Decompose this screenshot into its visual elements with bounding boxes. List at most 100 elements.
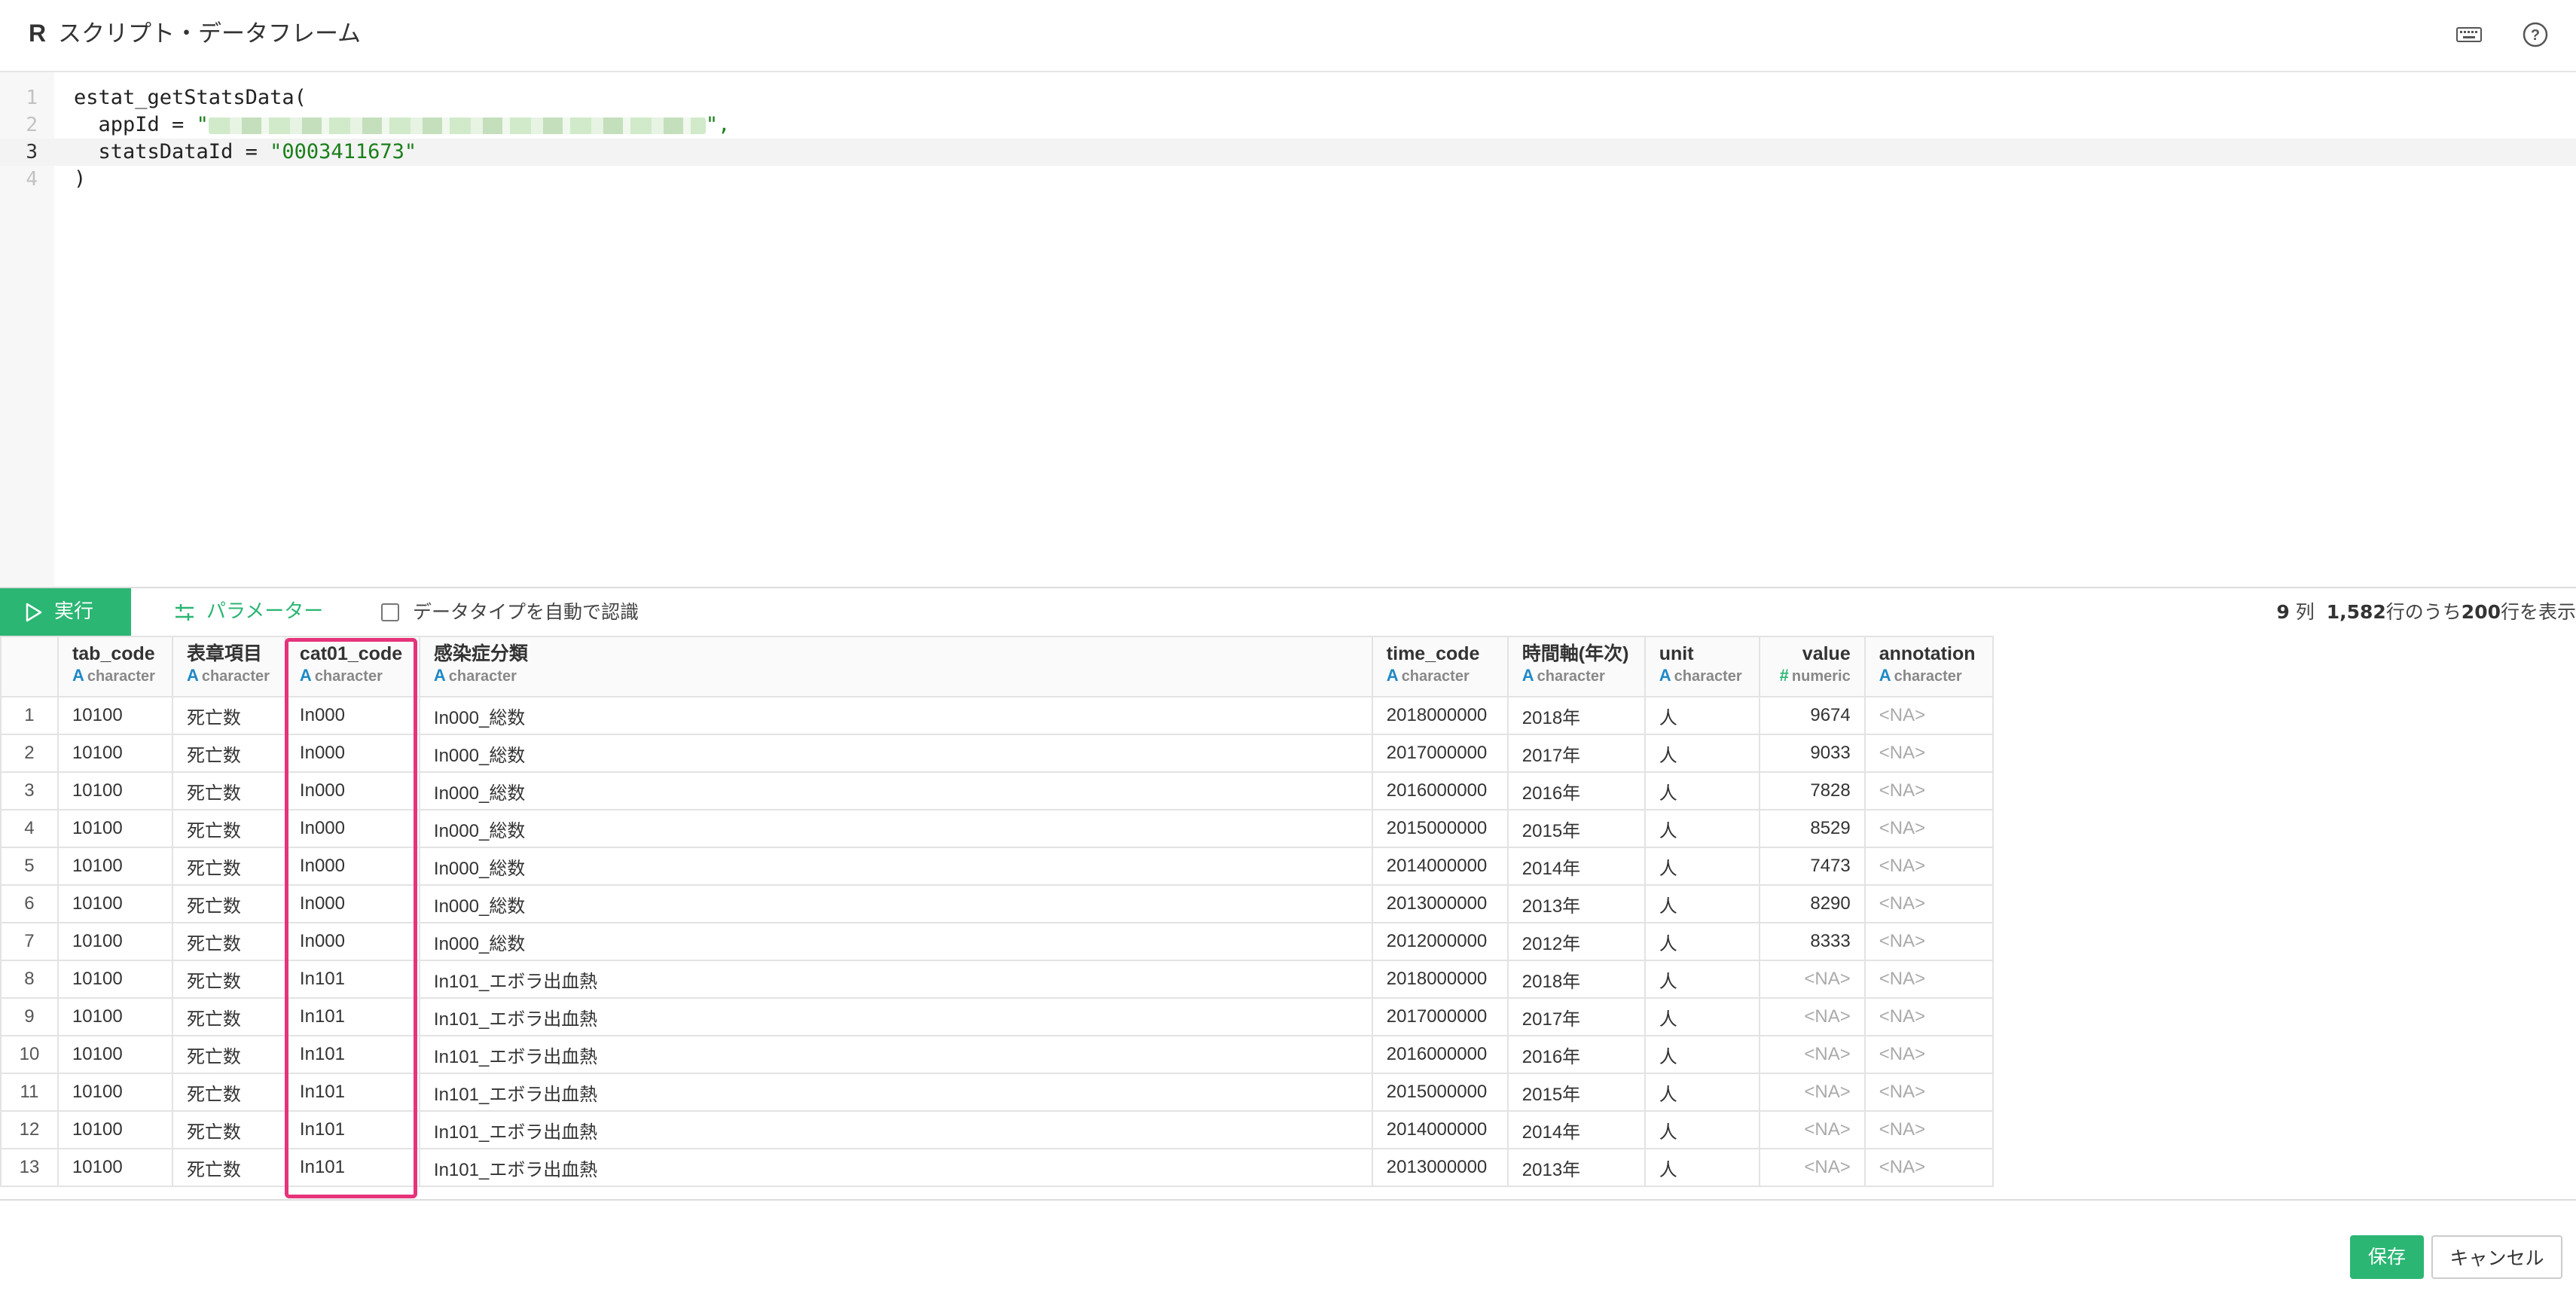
row-index: 7 xyxy=(0,922,59,961)
line-number: 3 xyxy=(26,141,38,163)
auto-datatype-toggle[interactable]: データタイプを自動で認識 xyxy=(381,588,639,636)
character-type-icon: A xyxy=(1386,666,1399,685)
line-number: 4 xyxy=(26,168,38,191)
table-cell: <NA> xyxy=(1758,1073,1866,1112)
table-cell: 10100 xyxy=(56,1148,173,1187)
table-cell: 人 xyxy=(1644,922,1760,961)
table-cell: 9674 xyxy=(1758,696,1866,735)
column-header-text[interactable]: cat01_code Acharacter xyxy=(284,636,420,697)
code-prefix: statsDataId = xyxy=(74,140,270,163)
line-number: 2 xyxy=(26,114,38,136)
column-type-label: character xyxy=(448,668,517,685)
table-filler xyxy=(1992,885,2575,923)
table-cell: 2018000000 xyxy=(1371,696,1509,735)
column-header-text[interactable]: tab_code Acharacter xyxy=(56,636,173,697)
table-cell: 2015年 xyxy=(1506,809,1646,848)
code-line[interactable]: 1 estat_getStatsData( xyxy=(0,84,2576,111)
column-type-label: character xyxy=(87,668,155,685)
table-cell: 死亡数 xyxy=(171,1110,286,1149)
column-name: cat01_code xyxy=(299,643,403,664)
table-cell: <NA> xyxy=(1863,1035,1994,1074)
table-cell: 2014000000 xyxy=(1371,1110,1509,1149)
table-cell: 2013年 xyxy=(1506,1148,1646,1187)
table-cell: In000 xyxy=(284,884,420,923)
table-row[interactable]: 7 10100 死亡数 In000 In000_総数 2012000000 2012年人 83… xyxy=(0,922,2575,961)
code-editor[interactable]: 1 estat_getStatsData( 2 appId = " ", 3 st… xyxy=(0,72,2576,586)
play-icon xyxy=(26,603,42,622)
table-cell: 2014000000 xyxy=(1371,847,1509,886)
help-icon[interactable]: ? xyxy=(2520,20,2550,50)
parameters-button[interactable]: パラメーター xyxy=(173,588,323,636)
table-cell: 2012000000 xyxy=(1371,922,1509,961)
table-cell: In000 xyxy=(284,696,420,735)
code-line-active[interactable]: 3 statsDataId = "0003411673" xyxy=(0,139,2576,166)
table-cell: 死亡数 xyxy=(171,960,286,999)
table-cell: 人 xyxy=(1644,696,1760,735)
table-row[interactable]: 6 10100 死亡数 In000 In000_総数 2013000000 2013年人 82… xyxy=(0,884,2575,923)
row-index: 6 xyxy=(0,884,59,923)
dialog-header: R スクリプト・データフレーム ? xyxy=(0,0,2576,72)
code-text: ) xyxy=(74,167,87,191)
table-row[interactable]: 9 10100 死亡数 In101 In101_エボラ出血熱 2017000000 2017… xyxy=(0,997,2575,1036)
table-filler xyxy=(1992,697,2575,734)
column-unit: 列 xyxy=(2295,601,2315,623)
table-cell: In000 xyxy=(284,809,420,848)
table-cell: 10100 xyxy=(56,884,173,923)
table-filler xyxy=(1992,1111,2575,1149)
run-button[interactable]: 実行 xyxy=(0,588,131,636)
row-index: 9 xyxy=(0,997,59,1036)
column-header-text[interactable]: annotation Acharacter xyxy=(1863,636,1994,697)
table-cell: 死亡数 xyxy=(171,847,286,886)
column-count: 9 xyxy=(2276,601,2290,623)
column-type: Acharacter xyxy=(434,666,1358,686)
character-type-icon: A xyxy=(1879,666,1891,685)
code-line[interactable]: 2 appId = " ", xyxy=(0,111,2576,139)
script-toolbar: 実行 パラメーター データタイプを自動で認識 9 列 1,582行のうち200行… xyxy=(0,587,2576,637)
table-row[interactable]: 1 10100 死亡数 In000 In000_総数 2018000000 2018年人 96… xyxy=(0,696,2575,735)
string-open: " xyxy=(196,113,209,136)
code-line[interactable]: 4 ) xyxy=(0,166,2576,193)
table-cell: 人 xyxy=(1644,771,1760,810)
table-filler xyxy=(1992,923,2575,960)
column-header-text[interactable]: time_code Acharacter xyxy=(1371,636,1509,697)
table-row[interactable]: 2 10100 死亡数 In000 In000_総数 2017000000 2017年人 90… xyxy=(0,734,2575,773)
numeric-type-icon: # xyxy=(1779,666,1789,685)
svg-text:?: ? xyxy=(2531,27,2540,44)
column-type: Acharacter xyxy=(1879,666,1979,686)
column-header-text[interactable]: unit Acharacter xyxy=(1644,636,1760,697)
auto-datatype-label: データタイプを自動で認識 xyxy=(413,601,639,623)
rows-tail-text: 行を表示 xyxy=(2500,601,2576,623)
save-button[interactable]: 保存 xyxy=(2350,1235,2424,1279)
table-row[interactable]: 3 10100 死亡数 In000 In000_総数 2016000000 2016年人 78… xyxy=(0,771,2575,810)
table-row[interactable]: 8 10100 死亡数 In101 In101_エボラ出血熱 2018000000 2018… xyxy=(0,960,2575,999)
table-row[interactable]: 5 10100 死亡数 In000 In000_総数 2014000000 2014年人 74… xyxy=(0,847,2575,886)
table-filler xyxy=(1992,810,2575,847)
column-name: value xyxy=(1802,643,1851,664)
character-type-icon: A xyxy=(72,666,84,685)
table-cell: In000_総数 xyxy=(418,771,1373,810)
column-name: 時間軸(年次) xyxy=(1521,643,1629,664)
table-row[interactable]: 4 10100 死亡数 In000 In000_総数 2015000000 2015年人 85… xyxy=(0,809,2575,848)
column-header-numeric[interactable]: value # numeric xyxy=(1758,636,1866,697)
table-cell: <NA> xyxy=(1758,1110,1866,1149)
table-row[interactable]: 12 10100 死亡数 In101 In101_エボラ出血熱 2014000000 201… xyxy=(0,1110,2575,1149)
table-row[interactable]: 13 10100 死亡数 In101 In101_エボラ出血熱 2013000000 201… xyxy=(0,1148,2575,1187)
table-cell: 2015年 xyxy=(1506,1073,1646,1112)
column-name: 感染症分類 xyxy=(433,643,528,664)
table-cell: 10100 xyxy=(56,771,173,810)
table-row[interactable]: 11 10100 死亡数 In101 In101_エボラ出血熱 2015000000 201… xyxy=(0,1073,2575,1112)
column-header-text[interactable]: 表章項目 Acharacter xyxy=(171,636,286,697)
auto-datatype-checkbox[interactable] xyxy=(381,603,399,621)
table-cell: 10100 xyxy=(56,809,173,848)
column-type-label: character xyxy=(1537,668,1605,685)
cancel-button[interactable]: キャンセル xyxy=(2431,1235,2562,1279)
table-cell: In000_総数 xyxy=(418,734,1373,773)
keyboard-icon[interactable] xyxy=(2454,20,2484,50)
column-header-text[interactable]: 時間軸(年次) Acharacter xyxy=(1506,636,1646,697)
table-filler xyxy=(1992,636,2575,697)
table-row[interactable]: 10 10100 死亡数 In101 In101_エボラ出血熱 2016000000 201… xyxy=(0,1035,2575,1074)
table-cell: 2018年 xyxy=(1506,960,1646,999)
data-preview-table[interactable]: tab_code Acharacter 表章項目 Acharacter cat01_co… xyxy=(0,636,2576,1201)
column-header-text[interactable]: 感染症分類 Acharacter xyxy=(418,636,1373,697)
table-cell: In101 xyxy=(284,960,420,999)
